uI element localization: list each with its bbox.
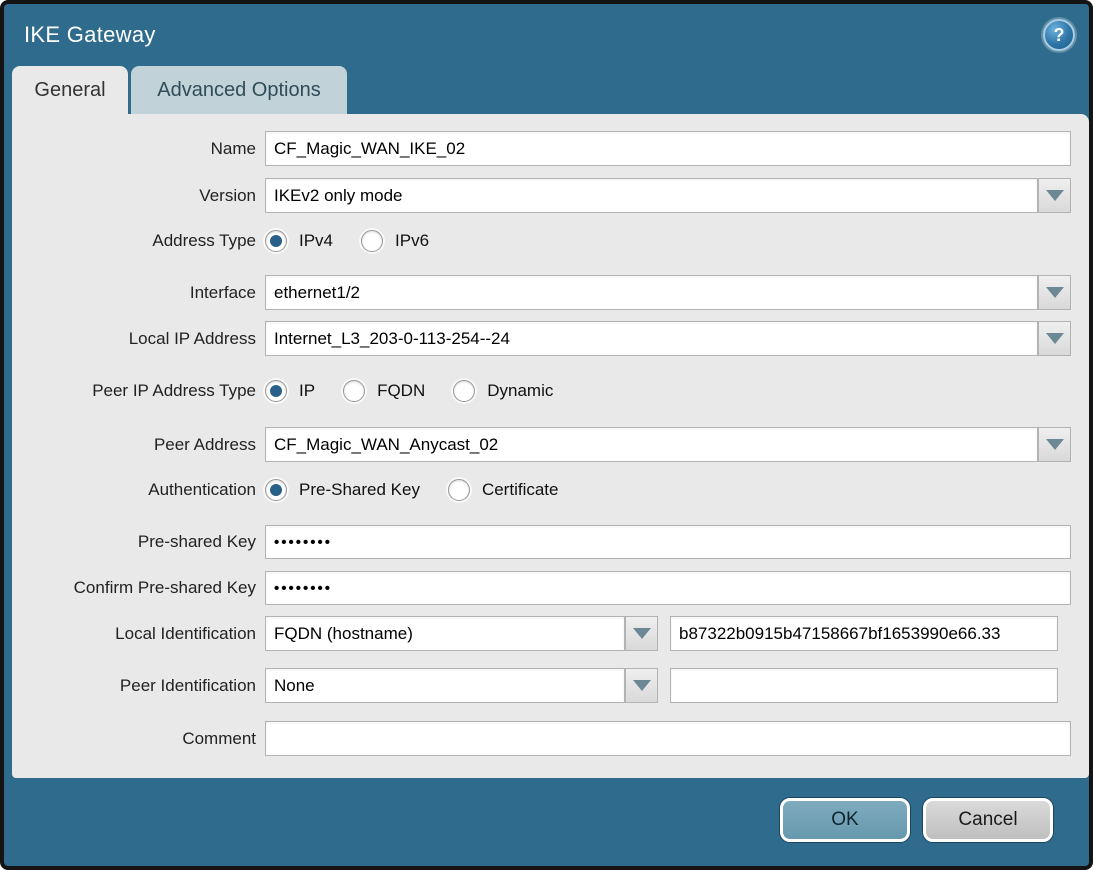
peer-identification-type-input[interactable] bbox=[265, 668, 625, 703]
row-interface: Interface bbox=[12, 275, 1071, 310]
chevron-down-icon bbox=[1046, 333, 1064, 344]
radio-dynamic-icon[interactable] bbox=[453, 380, 475, 402]
row-authentication: Authentication Pre-Shared Key Certificat… bbox=[12, 476, 1071, 504]
peer-ip-type-option-dynamic[interactable]: Dynamic bbox=[453, 380, 553, 402]
row-peer-address: Peer Address bbox=[12, 427, 1071, 462]
local-identification-label: Local Identification bbox=[12, 624, 256, 644]
version-input[interactable] bbox=[265, 178, 1038, 213]
row-pre-shared-key: Pre-shared Key bbox=[12, 525, 1071, 559]
comment-input[interactable] bbox=[265, 721, 1071, 756]
confirm-pre-shared-key-label: Confirm Pre-shared Key bbox=[12, 578, 256, 598]
dialog-title: IKE Gateway bbox=[24, 22, 156, 48]
dialog-titlebar: IKE Gateway ? bbox=[4, 4, 1089, 66]
chevron-down-icon bbox=[1046, 190, 1064, 201]
row-address-type: Address Type IPv4 IPv6 bbox=[12, 227, 1071, 255]
peer-address-dropdown-button[interactable] bbox=[1038, 427, 1071, 462]
row-name: Name bbox=[12, 131, 1071, 166]
dialog-footer: OK Cancel bbox=[4, 778, 1089, 842]
peer-identification-dropdown-button[interactable] bbox=[625, 668, 658, 703]
version-label: Version bbox=[12, 186, 256, 206]
peer-ip-type-option-ip[interactable]: IP bbox=[265, 380, 315, 402]
version-dropdown bbox=[265, 178, 1071, 213]
pre-shared-key-input[interactable] bbox=[265, 525, 1071, 559]
address-type-option-ipv6[interactable]: IPv6 bbox=[361, 230, 429, 252]
ipv6-label: IPv6 bbox=[395, 231, 429, 251]
name-label: Name bbox=[12, 139, 256, 159]
local-identification-type-dropdown bbox=[265, 616, 658, 651]
local-identification-type-input[interactable] bbox=[265, 616, 625, 651]
radio-certificate-icon[interactable] bbox=[448, 479, 470, 501]
certificate-label: Certificate bbox=[482, 480, 559, 500]
address-type-radio-group: IPv4 IPv6 bbox=[265, 227, 457, 255]
radio-ipv4-icon[interactable] bbox=[265, 230, 287, 252]
peer-identification-value-input[interactable] bbox=[670, 668, 1058, 703]
authentication-radio-group: Pre-Shared Key Certificate bbox=[265, 476, 586, 504]
version-dropdown-button[interactable] bbox=[1038, 178, 1071, 213]
radio-ipv6-icon[interactable] bbox=[361, 230, 383, 252]
comment-label: Comment bbox=[12, 729, 256, 749]
peer-ip-type-label: Peer IP Address Type bbox=[12, 381, 256, 401]
address-type-option-ipv4[interactable]: IPv4 bbox=[265, 230, 333, 252]
local-ip-input[interactable] bbox=[265, 321, 1038, 356]
name-input[interactable] bbox=[265, 131, 1071, 166]
row-peer-identification: Peer Identification bbox=[12, 668, 1071, 703]
interface-label: Interface bbox=[12, 283, 256, 303]
psk-label: Pre-Shared Key bbox=[299, 480, 420, 500]
peer-address-input[interactable] bbox=[265, 427, 1038, 462]
peer-identification-label: Peer Identification bbox=[12, 676, 256, 696]
chevron-down-icon bbox=[1046, 287, 1064, 298]
help-icon[interactable]: ? bbox=[1043, 19, 1075, 51]
authentication-option-certificate[interactable]: Certificate bbox=[448, 479, 559, 501]
authentication-label: Authentication bbox=[12, 480, 256, 500]
interface-dropdown bbox=[265, 275, 1071, 310]
chevron-down-icon bbox=[633, 628, 651, 639]
confirm-pre-shared-key-input[interactable] bbox=[265, 571, 1071, 605]
tab-bar: General Advanced Options bbox=[4, 66, 1089, 114]
local-ip-dropdown-button[interactable] bbox=[1038, 321, 1071, 356]
row-comment: Comment bbox=[12, 721, 1071, 756]
ip-label: IP bbox=[299, 381, 315, 401]
fqdn-label: FQDN bbox=[377, 381, 425, 401]
radio-psk-icon[interactable] bbox=[265, 479, 287, 501]
chevron-down-icon bbox=[633, 680, 651, 691]
address-type-label: Address Type bbox=[12, 231, 256, 251]
row-confirm-pre-shared-key: Confirm Pre-shared Key bbox=[12, 571, 1071, 605]
local-identification-value-input[interactable] bbox=[670, 616, 1058, 651]
row-version: Version bbox=[12, 178, 1071, 213]
ipv4-label: IPv4 bbox=[299, 231, 333, 251]
authentication-option-psk[interactable]: Pre-Shared Key bbox=[265, 479, 420, 501]
row-local-ip: Local IP Address bbox=[12, 321, 1071, 356]
peer-address-dropdown bbox=[265, 427, 1071, 462]
tab-advanced-options[interactable]: Advanced Options bbox=[131, 66, 347, 114]
radio-ip-icon[interactable] bbox=[265, 380, 287, 402]
local-ip-label: Local IP Address bbox=[12, 329, 256, 349]
dynamic-label: Dynamic bbox=[487, 381, 553, 401]
peer-ip-type-option-fqdn[interactable]: FQDN bbox=[343, 380, 425, 402]
ok-button[interactable]: OK bbox=[780, 798, 910, 842]
tab-general[interactable]: General bbox=[12, 66, 128, 114]
local-identification-dropdown-button[interactable] bbox=[625, 616, 658, 651]
chevron-down-icon bbox=[1046, 439, 1064, 450]
peer-address-label: Peer Address bbox=[12, 435, 256, 455]
cancel-button[interactable]: Cancel bbox=[923, 798, 1053, 842]
row-peer-ip-type: Peer IP Address Type IP FQDN Dynamic bbox=[12, 377, 1071, 405]
ike-gateway-dialog: IKE Gateway ? General Advanced Options N… bbox=[0, 0, 1093, 870]
row-local-identification: Local Identification bbox=[12, 616, 1071, 651]
interface-input[interactable] bbox=[265, 275, 1038, 310]
general-tab-panel: Name Version Address Type bbox=[12, 114, 1089, 778]
peer-ip-type-radio-group: IP FQDN Dynamic bbox=[265, 377, 581, 405]
pre-shared-key-label: Pre-shared Key bbox=[12, 532, 256, 552]
peer-identification-type-dropdown bbox=[265, 668, 658, 703]
radio-fqdn-icon[interactable] bbox=[343, 380, 365, 402]
local-ip-dropdown bbox=[265, 321, 1071, 356]
interface-dropdown-button[interactable] bbox=[1038, 275, 1071, 310]
